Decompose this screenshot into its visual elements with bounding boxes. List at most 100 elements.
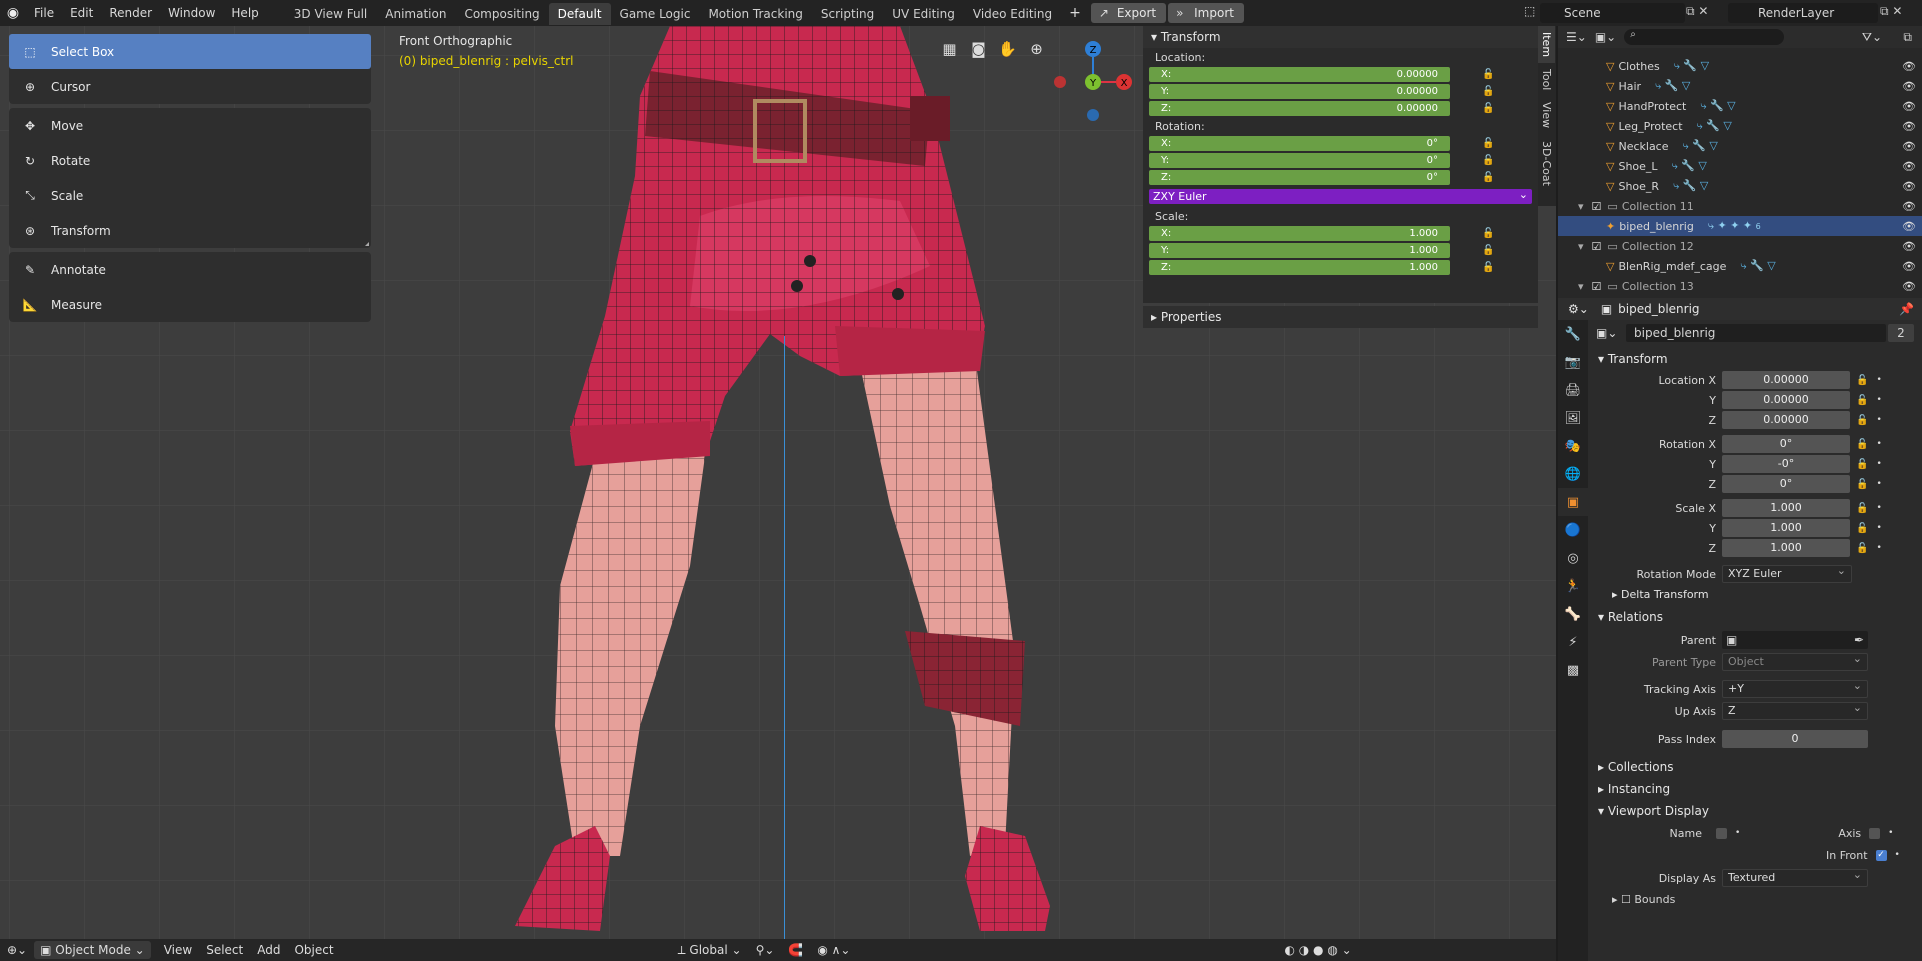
tab-animation[interactable]: Animation xyxy=(376,3,455,25)
tab-tool[interactable]: Tool xyxy=(1538,63,1555,96)
in-front-checkbox[interactable]: ✓ xyxy=(1875,849,1887,861)
lock-icon[interactable]: 🔓 xyxy=(1856,479,1868,490)
lock-icon[interactable]: 🔓 xyxy=(1482,228,1496,239)
lock-icon[interactable]: 🔓 xyxy=(1482,103,1496,114)
lock-icon[interactable]: 🔓 xyxy=(1482,69,1496,80)
keyframe-dot-icon[interactable]: • xyxy=(1876,503,1881,513)
menu-select[interactable]: Select xyxy=(199,943,250,957)
viewport-display-section[interactable]: ▾ Viewport Display xyxy=(1588,800,1922,822)
delta-transform-section[interactable]: ▸ Delta Transform xyxy=(1588,584,1922,606)
modifier-tab-icon[interactable]: 🔵 xyxy=(1558,516,1588,544)
modifier-icons[interactable]: ⤷ 🔧 ▽ xyxy=(1683,139,1718,153)
datablock-name-field[interactable]: biped_blenrig xyxy=(1626,324,1886,342)
eye-icon[interactable]: 👁 xyxy=(1902,220,1916,233)
pivot-icon[interactable]: ⚲⌄ xyxy=(749,943,782,957)
axis-gizmo[interactable]: Z Y X xyxy=(1050,32,1140,122)
location-field[interactable]: 0.00000 xyxy=(1722,411,1850,429)
expand-icon[interactable]: ▾ xyxy=(1578,240,1584,253)
tab-motion-tracking[interactable]: Motion Tracking xyxy=(699,3,811,25)
checkbox-icon[interactable]: ☑ xyxy=(1592,240,1602,253)
tab-item[interactable]: Item xyxy=(1538,26,1555,64)
rotation-field[interactable]: 0° xyxy=(1722,475,1850,493)
eyedropper-icon[interactable]: ✒ xyxy=(1854,631,1864,649)
lock-icon[interactable]: 🔓 xyxy=(1856,523,1868,534)
tool-measure[interactable]: 📐 Measure xyxy=(9,287,371,322)
world-tab-icon[interactable]: 🌐 xyxy=(1558,460,1588,488)
menu-help[interactable]: Help xyxy=(223,0,266,26)
tab-video-editing[interactable]: Video Editing xyxy=(964,3,1061,25)
modifier-icons[interactable]: ⤷ 🔧 ▽ xyxy=(1700,99,1735,113)
display-mode-icon[interactable]: ☰⌄ xyxy=(1566,30,1587,44)
eye-icon[interactable]: 👁 xyxy=(1902,240,1916,253)
eye-icon[interactable]: 👁 xyxy=(1902,260,1916,273)
modifier-icons[interactable]: ⤷ 🔧 ▽ xyxy=(1655,79,1690,93)
editor-type-icon[interactable]: ⊕⌄ xyxy=(0,943,34,957)
users-count[interactable]: 2 xyxy=(1888,324,1914,342)
modifier-icons[interactable]: ⤷ 🔧 ▽ xyxy=(1697,119,1732,133)
tool-cursor[interactable]: ⊕ Cursor xyxy=(9,69,371,104)
eye-icon[interactable]: 👁 xyxy=(1902,280,1916,293)
keyframe-dot-icon[interactable]: • xyxy=(1876,543,1881,553)
outliner-row[interactable]: ▽ Leg_Protect ⤷ 🔧 ▽ 👁 xyxy=(1558,116,1922,136)
np-rotation-z-field[interactable]: Z: 0° xyxy=(1149,170,1450,185)
keyframe-dot-icon[interactable]: • xyxy=(1876,375,1881,385)
outliner-row[interactable]: ✦ biped_blenrig ⤷ ✦ ✦ ✦ 6 👁 xyxy=(1558,216,1922,236)
new-collection-icon[interactable]: ⧉ xyxy=(1903,30,1912,45)
keyframe-dot-icon[interactable]: • xyxy=(1895,850,1900,860)
tab-3d-view-full[interactable]: 3D View Full xyxy=(285,3,377,25)
eye-icon[interactable]: 👁 xyxy=(1902,80,1916,93)
lock-icon[interactable]: 🔓 xyxy=(1482,155,1496,166)
name-checkbox[interactable] xyxy=(1716,827,1727,839)
rotation-field[interactable]: -0° xyxy=(1722,455,1850,473)
view-filter-icon[interactable]: ▣⌄ xyxy=(1595,30,1616,44)
expand-icon[interactable]: ▾ xyxy=(1578,200,1584,213)
outliner-row[interactable]: ▽ Hair ⤷ 🔧 ▽ 👁 xyxy=(1558,76,1922,96)
scene-selector[interactable]: Scene xyxy=(1540,3,1685,23)
eye-icon[interactable]: 👁 xyxy=(1902,60,1916,73)
blender-logo-icon[interactable]: ◉ xyxy=(0,5,26,21)
outliner-row[interactable]: ▾ ☑ ▭ Collection 11 👁 xyxy=(1558,196,1922,216)
object-data-tab-icon[interactable]: 🦴 xyxy=(1558,600,1588,628)
lock-icon[interactable]: 🔓 xyxy=(1856,439,1868,450)
lock-icon[interactable]: 🔓 xyxy=(1482,245,1496,256)
tab-view[interactable]: View xyxy=(1538,96,1555,134)
location-field[interactable]: 0.00000 xyxy=(1722,371,1850,389)
keyframe-dot-icon[interactable]: • xyxy=(1735,828,1740,838)
lock-icon[interactable]: 🔓 xyxy=(1856,415,1868,426)
rotation-field[interactable]: 0° xyxy=(1722,435,1850,453)
tool-transform[interactable]: ⊛ Transform xyxy=(9,213,371,248)
keyframe-dot-icon[interactable]: • xyxy=(1876,459,1881,469)
keyframe-dot-icon[interactable]: • xyxy=(1876,439,1881,449)
menu-render[interactable]: Render xyxy=(101,0,160,26)
bounds-label[interactable]: ▸ ☐ Bounds xyxy=(1612,893,1675,906)
copy-layer-icon[interactable]: ⧉ ✕ xyxy=(1880,4,1902,19)
proportional-edit-icon[interactable]: ◉ ∧⌄ xyxy=(810,943,857,957)
checkbox-icon[interactable]: ☑ xyxy=(1592,200,1602,213)
menu-edit[interactable]: Edit xyxy=(62,0,101,26)
scale-field[interactable]: 1.000 xyxy=(1722,499,1850,517)
eye-icon[interactable]: 👁 xyxy=(1902,180,1916,193)
add-workspace-icon[interactable]: + xyxy=(1061,5,1089,21)
lock-icon[interactable]: 🔓 xyxy=(1856,459,1868,470)
tool-annotate[interactable]: ✎ Annotate xyxy=(9,252,371,287)
outliner-row[interactable]: ▾ ☑ ▭ Collection 13 👁 xyxy=(1558,276,1922,296)
tab-game-logic[interactable]: Game Logic xyxy=(611,3,700,25)
menu-file[interactable]: File xyxy=(26,0,62,26)
outliner-row[interactable]: ▽ HandProtect ⤷ 🔧 ▽ 👁 xyxy=(1558,96,1922,116)
np-transform-header[interactable]: ▾ Transform xyxy=(1143,26,1538,48)
eye-icon[interactable]: 👁 xyxy=(1902,100,1916,113)
menu-window[interactable]: Window xyxy=(160,0,223,26)
3d-viewport[interactable]: ⬚ Select Box ⊕ Cursor ✥ Move ↻ Rotate ⤡ Scale… xyxy=(0,26,1556,961)
eye-icon[interactable]: 👁 xyxy=(1902,160,1916,173)
modifier-icons[interactable]: ⤷ 🔧 ▽ xyxy=(1672,159,1707,173)
tool-scale[interactable]: ⤡ Scale xyxy=(9,178,371,213)
keyframe-dot-icon[interactable]: • xyxy=(1876,415,1881,425)
np-scale-x-field[interactable]: X: 1.000 xyxy=(1149,226,1450,241)
checkbox-icon[interactable]: ☑ xyxy=(1592,280,1602,293)
texture-tab-icon[interactable]: ▩ xyxy=(1558,656,1588,684)
camera-icon[interactable]: ◙ xyxy=(966,36,991,61)
tab-scripting[interactable]: Scripting xyxy=(812,3,883,25)
eye-icon[interactable]: 👁 xyxy=(1902,120,1916,133)
constraint-tab-icon[interactable]: 🏃 xyxy=(1558,572,1588,600)
tab-default[interactable]: Default xyxy=(548,3,611,25)
